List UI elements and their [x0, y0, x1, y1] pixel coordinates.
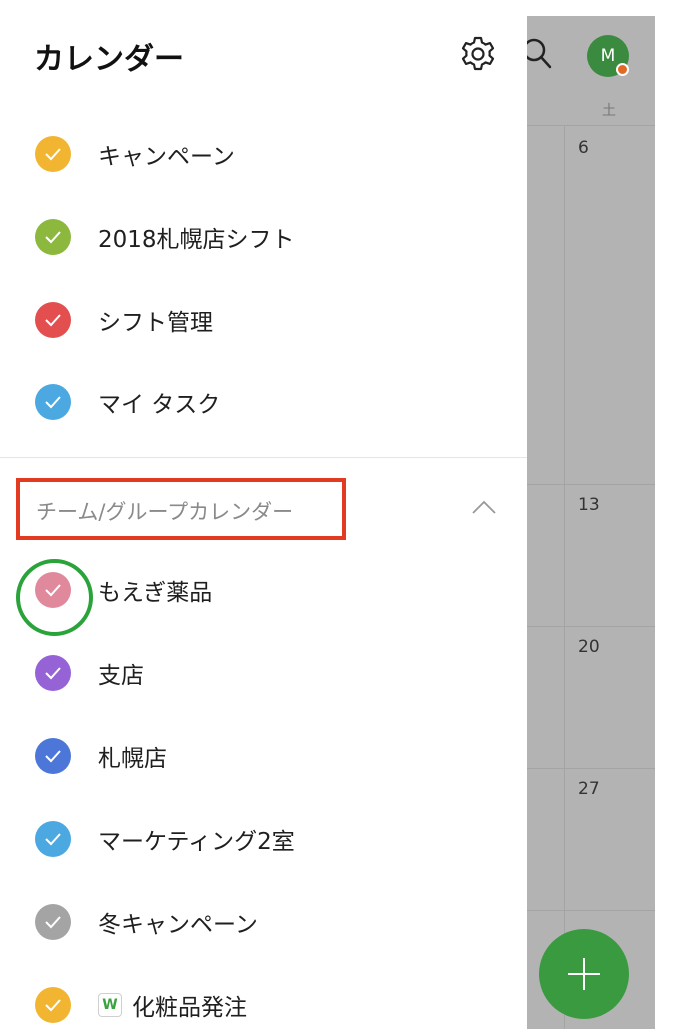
calendar-item-cosmetics-order[interactable]: W 化粧品発注 [0, 975, 527, 1035]
calendar-item-campaign[interactable]: キャンペーン [0, 124, 527, 184]
calendar-item-my-tasks[interactable]: マイ タスク [0, 372, 527, 432]
day-number: 20 [578, 637, 600, 657]
calendar-item-label: 札幌店 [98, 746, 167, 772]
calendar-item-label: マイ タスク [98, 392, 221, 418]
calendar-item-label: マーケティング2室 [98, 829, 295, 855]
chevron-up-icon[interactable] [470, 497, 498, 517]
grid-line [527, 484, 655, 485]
calendar-item-label: もえぎ薬品 [98, 580, 213, 606]
add-event-button[interactable] [539, 929, 629, 1019]
checked-icon[interactable] [35, 655, 71, 691]
checked-icon[interactable] [35, 987, 71, 1023]
calendar-item-label: 支店 [98, 663, 144, 689]
drawer-title: カレンダー [34, 42, 184, 77]
annotation-green-circle [16, 559, 93, 636]
checked-icon[interactable] [35, 904, 71, 940]
calendar-item-sapporo-store[interactable]: 札幌店 [0, 726, 527, 786]
section-divider [0, 457, 527, 458]
gear-icon[interactable] [459, 35, 497, 73]
grid-line [527, 910, 655, 911]
day-number: 27 [578, 779, 600, 799]
calendar-drawer: カレンダー キャンペーン 2018札幌店シフト シフト管理 マイ タスク チーム… [0, 0, 527, 1029]
day-number: 6 [578, 138, 589, 158]
calendar-item-shift-management[interactable]: シフト管理 [0, 290, 527, 350]
grid-line [527, 626, 655, 627]
calendar-item-label: シフト管理 [98, 310, 213, 336]
plus-icon [568, 958, 600, 990]
checked-icon[interactable] [35, 136, 71, 172]
grid-line [527, 125, 655, 126]
calendar-item-winter-campaign[interactable]: 冬キャンペーン [0, 892, 527, 952]
checked-icon[interactable] [35, 302, 71, 338]
calendar-item-label: 冬キャンペーン [98, 912, 258, 938]
grid-vertical-line [564, 125, 565, 1029]
calendar-item-marketing-2[interactable]: マーケティング2室 [0, 809, 527, 869]
calendar-item-label: 2018札幌店シフト [98, 227, 295, 253]
checked-icon[interactable] [35, 219, 71, 255]
grid-line [527, 768, 655, 769]
calendar-item-label: キャンペーン [98, 144, 235, 170]
calendar-item-label: 化粧品発注 [132, 995, 247, 1021]
weekday-label: 土 [602, 103, 616, 119]
checked-icon[interactable] [35, 738, 71, 774]
checked-icon[interactable] [35, 821, 71, 857]
search-icon[interactable] [526, 36, 556, 70]
checked-icon[interactable] [35, 384, 71, 420]
calendar-item-branch[interactable]: 支店 [0, 643, 527, 703]
annotation-red-box [16, 478, 346, 540]
day-number: 13 [578, 495, 600, 515]
calendar-item-sapporo-shift[interactable]: 2018札幌店シフト [0, 207, 527, 267]
calendar-view-dimmed: 土 6 13 20 27 [527, 0, 700, 1029]
calendar-right-strip [655, 0, 700, 1029]
avatar-status-dot [616, 63, 629, 76]
works-app-icon: W [98, 993, 122, 1017]
